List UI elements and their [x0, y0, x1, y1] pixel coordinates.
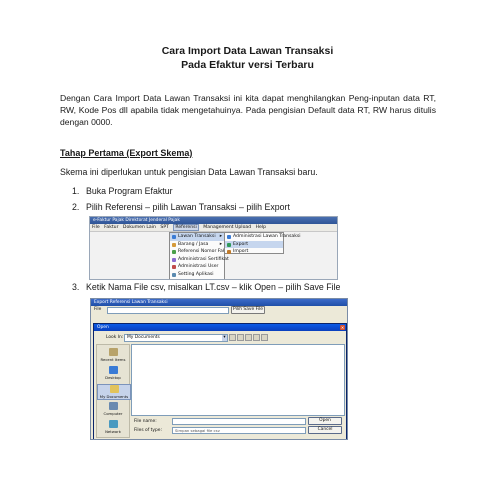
menu-item-icon: [172, 257, 176, 262]
document-title: Cara Import Data Lawan Transaksi: [161, 45, 334, 57]
pilih-save-file-button[interactable]: Pilih Save File: [231, 306, 265, 314]
open-dialog: Open ✕ Look In: My Documents ▾ Recent It…: [93, 323, 347, 439]
dropdown-item[interactable]: Referensi Nomor Faktur: [170, 248, 232, 256]
lawan-transaksi-submenu: Administrasi Lawan Transaksi Export Import: [224, 232, 301, 256]
file-name-label: File name:: [134, 419, 157, 424]
folder-icon: [109, 385, 119, 393]
place-item[interactable]: Desktop: [97, 366, 129, 380]
dropdown-item[interactable]: Administrasi Sertifikat: [170, 256, 229, 264]
folder-icon: [108, 366, 118, 374]
folder-icon: [108, 402, 118, 410]
place-label: Desktop: [105, 375, 121, 380]
step-1: 1. Buka Program Efaktur: [72, 186, 173, 196]
dropdown-item[interactable]: Lawan Transaksi ▸: [170, 233, 224, 241]
menu-dokumen-lain[interactable]: Dokumen Lain: [123, 225, 156, 230]
place-label: Network: [105, 429, 121, 434]
home-icon[interactable]: [237, 334, 244, 341]
submenu-item[interactable]: Export: [225, 240, 283, 248]
dropdown-item-label: Administrasi User: [178, 264, 219, 269]
submenu-item[interactable]: Import: [225, 248, 283, 256]
submenu-item-label: Import: [233, 249, 249, 254]
up-folder-icon[interactable]: [229, 334, 236, 341]
menu-item-icon: [172, 242, 176, 247]
new-folder-icon[interactable]: [245, 334, 252, 341]
look-in-select[interactable]: My Documents ▾: [124, 334, 228, 342]
step-text: Ketik Nama File csv, misalkan LT.csv – k…: [86, 282, 341, 292]
dialog-toolbar: [229, 334, 269, 343]
open-dialog-screenshot: Export Referensi Lawan Transaksi File Pi…: [90, 298, 348, 440]
dropdown-item[interactable]: Administrasi User: [170, 263, 224, 271]
menu-help[interactable]: Help: [256, 225, 266, 230]
menu-management-upload[interactable]: Management Upload: [203, 225, 251, 230]
step-number: 3.: [72, 282, 80, 292]
file-name-input[interactable]: [172, 418, 306, 425]
details-view-icon[interactable]: [261, 334, 268, 341]
place-label: My Documents: [99, 394, 129, 399]
folder-icon: [108, 348, 118, 356]
place-item[interactable]: Recent Items: [97, 348, 129, 362]
window-title: e-Faktur Pajak Direktorat Jenderal Pajak: [90, 217, 337, 224]
export-file-input[interactable]: [107, 307, 229, 314]
dropdown-item-label: Lawan Transaksi: [178, 234, 216, 239]
step-number: 2.: [72, 202, 80, 212]
look-in-value: My Documents: [127, 335, 160, 340]
close-icon[interactable]: ✕: [340, 325, 345, 330]
menu-item-icon: [172, 265, 176, 269]
step-text: Buka Program Efaktur: [86, 186, 173, 196]
files-of-type-label: Files of type:: [134, 428, 162, 433]
submenu-item-label: Administrasi Lawan Transaksi: [233, 234, 301, 239]
open-dialog-title: Open ✕: [94, 324, 346, 331]
place-item[interactable]: My Documents: [97, 384, 131, 400]
menu-referensi[interactable]: Referensi: [173, 224, 199, 231]
place-item[interactable]: Computer: [97, 402, 129, 416]
place-item[interactable]: Network: [97, 420, 129, 434]
look-in-label: Look In:: [106, 335, 124, 340]
open-button[interactable]: Open: [308, 417, 342, 425]
place-label: Recent Items: [100, 357, 126, 362]
dropdown-item[interactable]: Setting Aplikasi: [170, 271, 224, 279]
referensi-dropdown: Lawan Transaksi ▸ Barang / Jasa ▸ Referensi …: [169, 232, 232, 279]
file-list[interactable]: [131, 344, 345, 416]
document-page: Cara Import Data Lawan Transaksi Pada Ef…: [0, 0, 495, 495]
dropdown-item[interactable]: Barang / Jasa ▸: [170, 241, 224, 249]
chevron-right-icon: ▸: [219, 234, 222, 239]
intro-paragraph: Dengan Cara Import Data Lawan Transaksi …: [60, 93, 436, 128]
menu-item-icon: [227, 235, 231, 239]
chevron-down-icon[interactable]: ▾: [222, 335, 227, 341]
list-view-icon[interactable]: [253, 334, 260, 341]
menu-file[interactable]: File: [92, 225, 100, 230]
menu-item-icon: [172, 235, 176, 239]
chevron-right-icon: ▸: [219, 241, 222, 247]
menu-item-icon: [227, 250, 231, 254]
step-2: 2. Pilih Referensi – pilih Lawan Transaks…: [72, 202, 290, 212]
place-label: Computer: [103, 411, 123, 416]
section-intro: Skema ini diperlukan untuk pengisian Dat…: [60, 167, 318, 177]
dropdown-item-label: Barang / Jasa: [178, 241, 209, 247]
open-dialog-title-text: Open: [97, 325, 109, 330]
section-title: Tahap Pertama (Export Skema): [60, 148, 193, 158]
menu-item-icon: [227, 242, 231, 247]
step-3: 3. Ketik Nama File csv, misalkan LT.csv –…: [72, 282, 340, 292]
export-file-label: File: [94, 307, 102, 312]
menu-item-icon: [172, 272, 176, 277]
files-of-type-value: Simpan sebagai file csv: [175, 428, 220, 433]
step-text: Pilih Referensi – pilih Lawan Transaksi …: [86, 202, 290, 212]
cancel-button[interactable]: Cancel: [308, 426, 342, 434]
places-bar: Recent Items Desktop My Documents Computer N…: [96, 344, 131, 438]
export-window-title: Export Referensi Lawan Transaksi: [91, 299, 347, 306]
dropdown-item-label: Administrasi Sertifikat: [178, 256, 229, 262]
dropdown-item-label: Setting Aplikasi: [178, 271, 214, 277]
files-of-type-select[interactable]: Simpan sebagai file csv: [172, 427, 306, 434]
menu-spt[interactable]: SPT: [160, 225, 169, 230]
step-number: 1.: [72, 186, 80, 196]
submenu-item-label: Export: [233, 241, 249, 247]
export-file-row: File Pilih Save File: [91, 306, 347, 314]
document-subtitle: Pada Efaktur versi Terbaru: [181, 59, 314, 71]
menubar: File Faktur Dokumen Lain SPT Referensi M…: [90, 224, 337, 232]
folder-icon: [108, 420, 118, 428]
submenu-item[interactable]: Administrasi Lawan Transaksi: [225, 233, 301, 241]
menu-item-icon: [172, 250, 176, 254]
menu-faktur[interactable]: Faktur: [104, 225, 118, 230]
efaktur-menu-screenshot: e-Faktur Pajak Direktorat Jenderal Pajak…: [89, 216, 338, 280]
